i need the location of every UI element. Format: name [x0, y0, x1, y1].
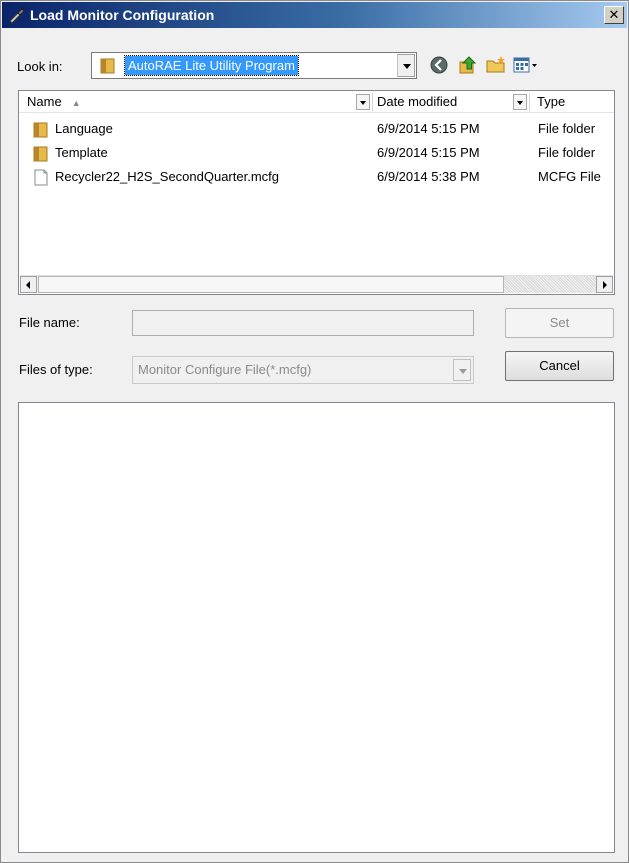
- files-of-type-dropdown-arrow[interactable]: [453, 359, 471, 381]
- horizontal-scrollbar[interactable]: [20, 275, 613, 293]
- file-row-language[interactable]: Language 6/9/2014 5:15 PM File folder: [19, 118, 614, 140]
- column-date-label: Date modified: [377, 94, 458, 109]
- scroll-thumb[interactable]: [38, 276, 504, 293]
- close-icon: ✕: [608, 7, 620, 22]
- file-date: 6/9/2014 5:15 PM: [377, 145, 480, 160]
- file-row-template[interactable]: Template 6/9/2014 5:15 PM File folder: [19, 142, 614, 164]
- file-type: File folder: [538, 121, 596, 136]
- scroll-left-button[interactable]: [20, 276, 37, 293]
- file-name: Language: [55, 121, 113, 136]
- look-in-value: AutoRAE Lite Utility Program: [124, 55, 299, 76]
- folder-icon: [33, 146, 48, 162]
- look-in-dropdown[interactable]: AutoRAE Lite Utility Program: [91, 52, 417, 79]
- file-list[interactable]: Name ▲ Date modified Type Language 6/9/20…: [18, 90, 615, 295]
- window-title: Load Monitor Configuration: [30, 7, 215, 23]
- file-date: 6/9/2014 5:38 PM: [377, 169, 480, 184]
- column-name[interactable]: Name ▲: [27, 91, 81, 113]
- file-name-input[interactable]: [132, 310, 474, 336]
- column-type[interactable]: Type: [537, 91, 565, 113]
- column-separator[interactable]: [372, 93, 373, 111]
- column-type-label: Type: [537, 94, 566, 109]
- column-name-label: Name: [27, 94, 62, 109]
- view-menu-icon[interactable]: [512, 54, 540, 76]
- load-monitor-configuration-dialog: Load Monitor Configuration ✕ Look in: Au…: [0, 0, 629, 863]
- files-of-type-value: Monitor Configure File(*.mcfg): [138, 362, 312, 377]
- file-type: MCFG File: [538, 169, 601, 184]
- file-row-mcfg[interactable]: Recycler22_H2S_SecondQuarter.mcfg 6/9/20…: [19, 166, 614, 188]
- file-date: 6/9/2014 5:15 PM: [377, 121, 480, 136]
- set-button[interactable]: Set: [505, 308, 614, 338]
- name-column-filter-dropdown[interactable]: [356, 94, 370, 110]
- probe-icon: [9, 6, 25, 24]
- column-date-modified[interactable]: Date modified: [377, 91, 457, 113]
- files-of-type-label: Files of type:: [19, 362, 93, 377]
- cancel-button[interactable]: Cancel: [505, 351, 614, 381]
- sort-ascending-icon: ▲: [71, 98, 81, 108]
- file-name-label: File name:: [19, 315, 80, 330]
- file-icon: [34, 169, 48, 186]
- folder-icon: [33, 122, 48, 138]
- close-button[interactable]: ✕: [604, 6, 624, 24]
- column-header: Name ▲ Date modified Type: [19, 91, 614, 113]
- scroll-track[interactable]: [504, 276, 598, 293]
- new-folder-icon[interactable]: [485, 54, 507, 76]
- look-in-label: Look in:: [17, 59, 63, 74]
- date-column-filter-dropdown[interactable]: [513, 94, 527, 110]
- scroll-right-button[interactable]: [596, 276, 613, 293]
- title-bar[interactable]: Load Monitor Configuration ✕: [2, 2, 627, 28]
- look-in-dropdown-arrow[interactable]: [397, 54, 415, 77]
- folder-icon: [100, 58, 115, 74]
- column-separator[interactable]: [529, 93, 530, 111]
- file-type: File folder: [538, 145, 596, 160]
- preview-pane: [18, 402, 615, 853]
- file-name: Template: [55, 145, 108, 160]
- back-icon[interactable]: [428, 54, 450, 76]
- files-of-type-dropdown[interactable]: Monitor Configure File(*.mcfg): [132, 356, 474, 384]
- up-folder-icon[interactable]: [457, 54, 479, 76]
- file-name: Recycler22_H2S_SecondQuarter.mcfg: [55, 169, 280, 184]
